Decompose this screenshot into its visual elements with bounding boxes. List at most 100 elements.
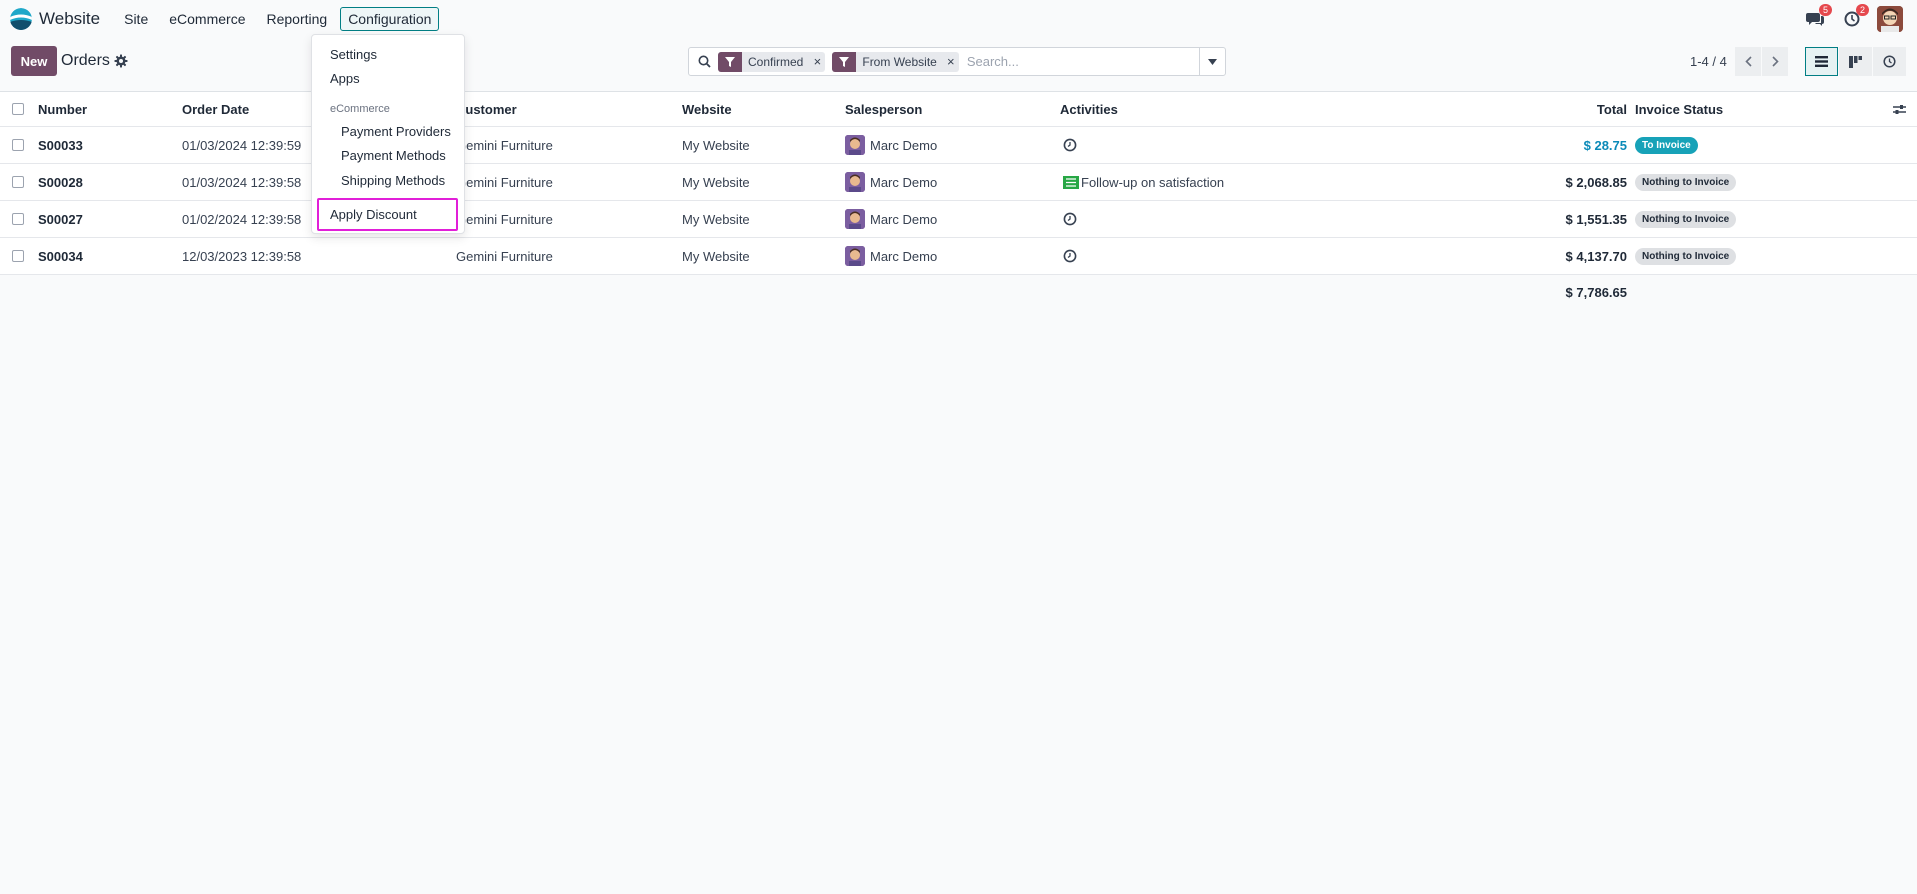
avatar [845,135,865,155]
sliders-icon [1893,104,1906,114]
column-activities[interactable]: Activities [1060,92,1118,126]
customer: Gemini Furniture [456,211,553,227]
search-options-toggle[interactable] [1199,47,1226,76]
salesperson: Marc Demo [845,238,937,274]
gear-icon[interactable] [114,54,128,68]
list-icon [1815,56,1828,67]
user-avatar[interactable] [1877,6,1903,32]
configuration-dropdown: Settings Apps eCommerce Payment Provider… [311,34,465,234]
close-icon[interactable]: × [943,54,959,69]
order-total: $ 28.75 [1583,137,1627,153]
page-title: Orders [61,52,110,69]
status-badge: Nothing to Invoice [1635,173,1737,191]
app-name: Website [39,8,101,28]
menu-item-payment-methods[interactable]: Payment Methods [341,148,446,163]
order-total: $ 2,068.85 [1565,174,1627,190]
customer: Gemini Furniture [456,248,553,264]
row-checkbox[interactable] [12,250,24,262]
column-total[interactable]: Total [1500,92,1627,126]
activities-count-badge: 2 [1855,4,1869,16]
column-number[interactable]: Number [38,92,87,126]
new-button[interactable]: New [11,46,57,76]
status-badge: Nothing to Invoice [1635,247,1737,265]
facet-confirmed: Confirmed × [718,51,826,72]
app-brand[interactable]: Website [10,7,116,30]
status-badge: Nothing to Invoice [1635,210,1737,228]
avatar [845,246,865,266]
clock-icon [1883,55,1896,68]
pager-next-button[interactable] [1762,47,1788,76]
messages-button[interactable]: 5 [1802,4,1832,32]
kanban-icon [1849,55,1862,68]
select-all-cell [12,92,24,126]
menu-item-apply-discount[interactable]: Apply Discount [330,207,417,222]
activities-button[interactable]: 2 [1839,4,1869,32]
avatar [845,209,865,229]
salesperson-name: Marc Demo [870,137,938,153]
table-row[interactable]: S00027 01/02/2024 12:39:58 Gemini Furnit… [0,201,1917,238]
order-date: 01/03/2024 12:39:58 [182,174,302,190]
order-date: 01/02/2024 12:39:58 [182,211,302,227]
order-date: 12/03/2023 12:39:58 [182,248,302,264]
menu-item-payment-providers[interactable]: Payment Providers [341,124,451,139]
menu-item-apps[interactable]: Apps [330,71,360,86]
customer: Gemini Furniture [456,137,553,153]
clock-icon [1063,212,1077,226]
menu-reporting[interactable]: Reporting [258,7,335,31]
salesperson: Marc Demo [845,164,937,200]
menu-ecommerce[interactable]: eCommerce [161,7,253,31]
salesperson: Marc Demo [845,201,937,237]
order-total: $ 4,137.70 [1565,248,1627,264]
chevron-right-icon [1771,56,1779,67]
facet-label: From Website [862,54,937,69]
pager-previous-button[interactable] [1735,47,1761,76]
orders-list: Number Order Date Customer Website Sales… [0,91,1917,275]
customer: Gemini Furniture [456,174,553,190]
activity-button[interactable] [1063,201,1077,237]
row-checkbox[interactable] [12,213,24,225]
list-view-button[interactable] [1805,47,1838,76]
clock-icon [1063,249,1077,263]
salesperson-name: Marc Demo [870,174,938,190]
row-checkbox[interactable] [12,139,24,151]
search-input[interactable] [966,54,1199,69]
order-number: S00027 [38,211,83,227]
kanban-view-button[interactable] [1839,47,1872,76]
select-all-checkbox[interactable] [12,103,24,115]
salesperson: Marc Demo [845,127,937,163]
activity-button[interactable]: Follow-up on satisfaction [1063,164,1224,200]
clock-icon [1063,138,1077,152]
messages-count-badge: 5 [1818,4,1832,16]
activity-button[interactable] [1063,238,1077,274]
column-invoice-status[interactable]: Invoice Status [1635,92,1723,126]
activity-view-button[interactable] [1873,47,1906,76]
column-customer[interactable]: Customer [456,92,517,126]
table-header: Number Order Date Customer Website Sales… [0,92,1917,127]
column-website[interactable]: Website [682,92,732,126]
website-app-icon [10,7,32,30]
table-row[interactable]: S00028 01/03/2024 12:39:58 Gemini Furnit… [0,164,1917,201]
row-checkbox[interactable] [12,176,24,188]
website: My Website [682,211,750,227]
menu-item-shipping-methods[interactable]: Shipping Methods [341,173,445,188]
column-order-date[interactable]: Order Date [182,92,249,126]
order-number: S00033 [38,137,83,153]
search-icon [698,55,711,68]
search-bar: Confirmed × From Website × [688,47,1200,76]
column-salesperson[interactable]: Salesperson [845,92,922,126]
optional-columns-toggle[interactable] [1893,92,1906,126]
menu-configuration[interactable]: Configuration [340,6,440,31]
table-row[interactable]: S00034 12/03/2023 12:39:58 Gemini Furnit… [0,238,1917,275]
order-number: S00028 [38,174,83,190]
website: My Website [682,174,750,190]
order-total: $ 1,551.35 [1565,211,1627,227]
close-icon[interactable]: × [809,54,825,69]
salesperson-name: Marc Demo [870,248,938,264]
table-row[interactable]: S00033 01/03/2024 12:39:59 Gemini Furnit… [0,127,1917,164]
facet-from-website: From Website × [832,51,959,72]
order-date: 01/03/2024 12:39:59 [182,137,302,153]
menu-item-settings[interactable]: Settings [330,47,377,62]
menu-site[interactable]: Site [116,7,156,31]
pager-value[interactable]: 1-4 / 4 [1690,54,1727,69]
activity-button[interactable] [1063,127,1077,163]
